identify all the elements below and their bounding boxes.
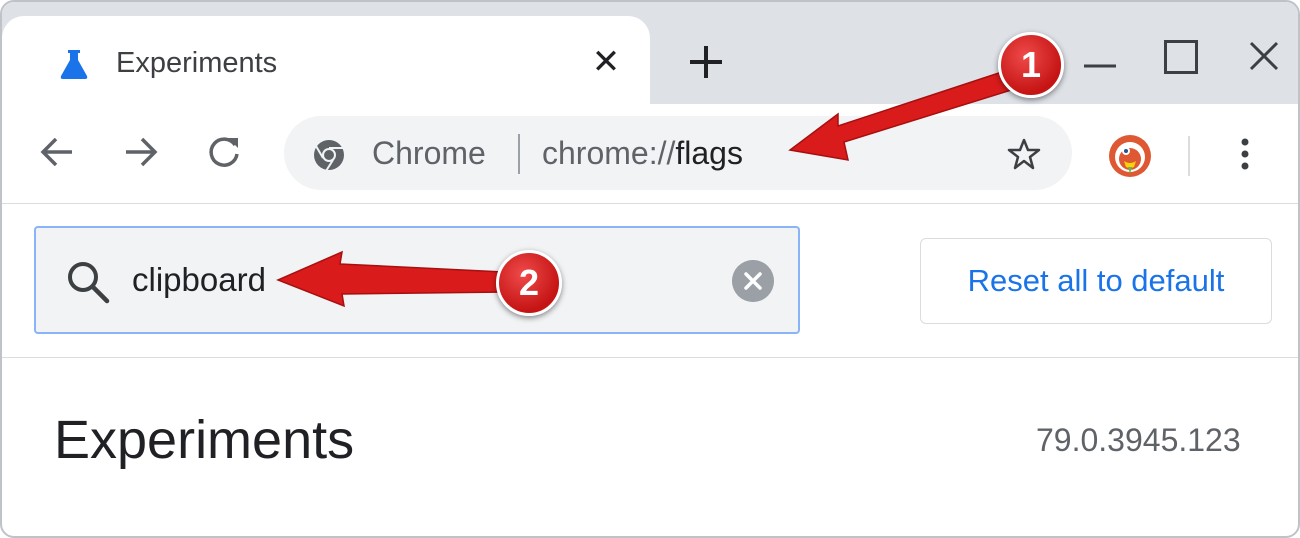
duckduckgo-extension-icon[interactable] (1108, 134, 1152, 178)
url-prefix: chrome:// (542, 135, 676, 171)
toolbar-divider (1188, 136, 1190, 176)
tab-title: Experiments (116, 47, 278, 79)
tab-close-icon[interactable]: ✕ (588, 44, 624, 80)
clear-search-icon[interactable] (732, 260, 774, 302)
new-tab-button[interactable] (684, 40, 728, 84)
omnibox-chip-label: Chrome (372, 135, 486, 171)
url-host: flags (675, 135, 743, 171)
tab-strip: Experiments ✕ (2, 2, 1298, 106)
version-label: 79.0.3945.123 (1036, 422, 1241, 458)
omnibox-url[interactable]: chrome://flags (542, 134, 743, 172)
close-window-button[interactable] (1246, 38, 1282, 74)
flags-search-header: Reset all to default (2, 204, 1298, 358)
forward-button[interactable] (118, 130, 162, 174)
annotation-badge-2: 2 (496, 250, 562, 316)
toolbar: Chrome chrome://flags (2, 104, 1298, 204)
minimize-button[interactable] (1080, 52, 1120, 76)
omnibox[interactable]: Chrome chrome://flags (284, 116, 1072, 190)
omnibox-divider (518, 134, 520, 174)
tab-experiments[interactable]: Experiments ✕ (2, 16, 650, 106)
search-input[interactable] (132, 258, 692, 302)
reload-button[interactable] (202, 130, 246, 174)
more-menu-icon[interactable] (1230, 134, 1260, 174)
flask-icon (60, 50, 88, 79)
back-button[interactable] (36, 130, 80, 174)
search-box[interactable] (34, 226, 800, 334)
reset-all-button[interactable]: Reset all to default (920, 238, 1272, 324)
search-icon (68, 262, 110, 304)
annotation-badge-1: 1 (998, 32, 1064, 98)
bookmark-star-icon[interactable] (1006, 136, 1042, 172)
chrome-logo-icon (314, 140, 344, 172)
browser-window: Experiments ✕ Chrome chrome://flags clip… (0, 0, 1300, 538)
page-title: Experiments (54, 410, 355, 470)
maximize-button[interactable] (1164, 40, 1198, 74)
